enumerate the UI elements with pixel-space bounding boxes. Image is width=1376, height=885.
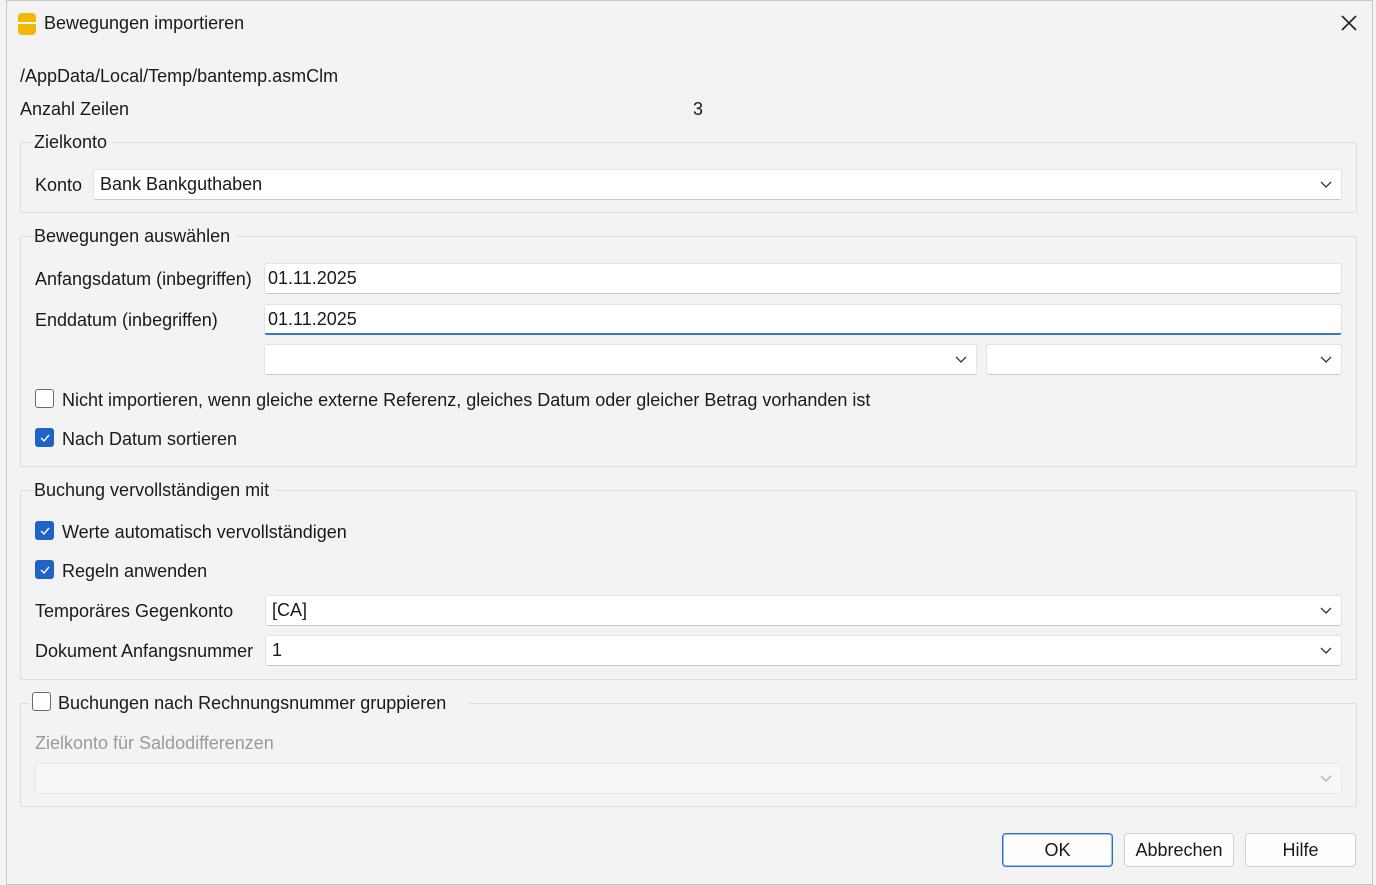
- doc-start-number-select[interactable]: 1: [265, 635, 1342, 666]
- close-button[interactable]: [1331, 7, 1367, 39]
- window-title: Bewegungen importieren: [44, 13, 245, 33]
- filter-select-1[interactable]: [264, 344, 977, 375]
- start-date-input[interactable]: 01.11.2025: [264, 263, 1342, 294]
- import-dialog: Bewegungen importieren /AppData/Local/Te…: [6, 0, 1373, 885]
- end-date-label: Enddatum (inbegriffen): [35, 310, 218, 330]
- help-button[interactable]: Hilfe: [1245, 833, 1356, 867]
- chevron-down-icon: [1311, 764, 1341, 793]
- konto-label: Konto: [35, 175, 83, 195]
- end-date-input[interactable]: 01.11.2025: [264, 304, 1342, 335]
- title-bar: Bewegungen importieren: [7, 1, 1372, 45]
- start-date-value: 01.11.2025: [268, 268, 357, 288]
- doc-start-number-label: Dokument Anfangsnummer: [35, 641, 254, 661]
- temp-account-label: Temporäres Gegenkonto: [35, 601, 234, 621]
- temp-account-value: [CA]: [272, 600, 308, 620]
- group-by-invoice-label: Buchungen nach Rechnungsnummer gruppiere…: [58, 693, 447, 713]
- buchung-group-title: Buchung vervollständigen mit: [34, 480, 276, 501]
- temp-account-select[interactable]: [CA]: [265, 595, 1342, 626]
- close-icon: [1341, 15, 1357, 31]
- chevron-down-icon: [946, 345, 976, 374]
- cancel-button[interactable]: Abbrechen: [1124, 833, 1234, 867]
- konto-select[interactable]: Bank Bankguthaben: [93, 169, 1342, 200]
- auto-complete-label: Werte automatisch vervollständigen: [62, 522, 347, 542]
- row-count-label: Anzahl Zeilen: [20, 99, 130, 119]
- start-date-label: Anfangsdatum (inbegriffen): [35, 269, 252, 289]
- doc-start-number-value: 1: [272, 640, 283, 660]
- checkmark-icon: [40, 527, 50, 535]
- group-by-invoice-checkbox[interactable]: [32, 692, 51, 711]
- checkmark-icon: [40, 434, 50, 442]
- database-icon: [18, 13, 36, 35]
- chevron-down-icon: [1311, 345, 1341, 374]
- sort-by-date-label: Nach Datum sortieren: [62, 429, 238, 449]
- file-path: /AppData/Local/Temp/bantemp.asmClm: [20, 66, 339, 86]
- saldo-account-label: Zielkonto für Saldodifferenzen: [35, 733, 274, 753]
- chevron-down-icon: [1311, 170, 1341, 199]
- checkmark-icon: [40, 566, 50, 574]
- apply-rules-checkbox[interactable]: [35, 560, 54, 579]
- sort-by-date-checkbox[interactable]: [35, 428, 54, 447]
- auto-complete-checkbox[interactable]: [35, 521, 54, 540]
- bewegungen-group-title: Bewegungen auswählen: [34, 226, 237, 247]
- end-date-value: 01.11.2025: [268, 308, 357, 329]
- filter-select-2[interactable]: [986, 344, 1342, 375]
- zielkonto-group-title: Zielkonto: [34, 132, 114, 153]
- konto-select-value: Bank Bankguthaben: [100, 174, 263, 194]
- saldo-account-select[interactable]: [35, 763, 1342, 794]
- chevron-down-icon: [1311, 596, 1341, 625]
- row-count-value: 3: [693, 99, 704, 119]
- ok-button[interactable]: OK: [1002, 833, 1113, 867]
- no-import-checkbox[interactable]: [35, 389, 54, 408]
- chevron-down-icon: [1311, 636, 1341, 665]
- no-import-label: Nicht importieren, wenn gleiche externe …: [62, 390, 871, 410]
- apply-rules-label: Regeln anwenden: [62, 561, 208, 581]
